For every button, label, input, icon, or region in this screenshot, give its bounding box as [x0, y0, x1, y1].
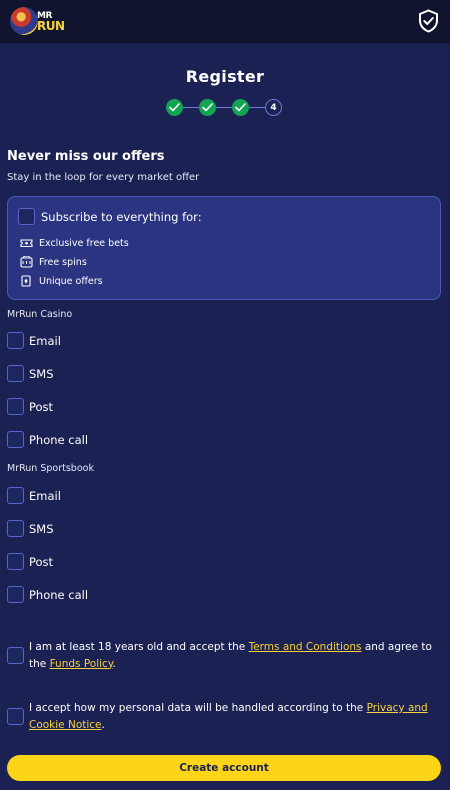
sportsbook-post-option[interactable]: Post: [7, 553, 53, 570]
age-terms-checkbox[interactable]: [7, 647, 24, 664]
create-account-button[interactable]: Create account: [7, 755, 441, 781]
option-label: Phone call: [29, 432, 89, 447]
casino-email-checkbox[interactable]: [7, 332, 24, 349]
option-label: Email: [29, 488, 61, 503]
sportsbook-phone-checkbox[interactable]: [7, 586, 24, 603]
option-label: SMS: [29, 366, 54, 381]
terms-and-conditions-link[interactable]: Terms and Conditions: [249, 641, 362, 653]
casino-post-checkbox[interactable]: [7, 398, 24, 415]
sportsbook-section-label: MrRun Sportsbook: [7, 463, 94, 474]
step-current: 4: [265, 99, 282, 116]
step-complete-icon: [166, 99, 183, 116]
free-bet-ticket-icon: [19, 237, 33, 249]
sportsbook-sms-checkbox[interactable]: [7, 520, 24, 537]
sportsbook-post-checkbox[interactable]: [7, 553, 24, 570]
consent-text: I am at least 18 years old and accept th…: [29, 641, 249, 653]
page-title: Register: [185, 67, 265, 86]
subscribe-all-checkbox[interactable]: [18, 208, 35, 225]
age-terms-consent: I am at least 18 years old and accept th…: [7, 639, 437, 672]
benefit-item: Unique offers: [19, 275, 103, 287]
privacy-checkbox[interactable]: [7, 708, 24, 725]
subscribe-all-box: Subscribe to everything for: Exclusive f…: [7, 196, 441, 300]
benefit-label: Free spins: [39, 256, 87, 268]
option-label: Post: [29, 554, 54, 569]
step-complete-icon: [199, 99, 216, 116]
option-label: Email: [29, 333, 61, 348]
casino-post-option[interactable]: Post: [7, 398, 53, 415]
casino-phone-checkbox[interactable]: [7, 431, 24, 448]
consent-text: .: [101, 718, 105, 731]
consent-text: I accept how my personal data will be ha…: [29, 702, 367, 714]
step-connector: [183, 107, 199, 108]
benefit-label: Unique offers: [39, 275, 103, 287]
shield-check-icon[interactable]: [418, 9, 439, 33]
consent-text: .: [112, 657, 116, 670]
sportsbook-email-checkbox[interactable]: [7, 487, 24, 504]
casino-sms-checkbox[interactable]: [7, 365, 24, 382]
funds-policy-link[interactable]: Funds Policy: [50, 658, 113, 670]
offers-heading: Never miss our offers: [7, 149, 165, 164]
privacy-text: I accept how my personal data will be ha…: [29, 700, 437, 733]
benefit-item: Exclusive free bets: [19, 237, 129, 249]
mascot-icon: [10, 7, 38, 35]
step-connector: [249, 107, 265, 108]
step-complete-icon: [232, 99, 249, 116]
logo-wordmark: MR RUN: [37, 11, 65, 33]
mrrun-logo[interactable]: MR RUN: [10, 7, 84, 37]
subscribe-all-label: Subscribe to everything for:: [41, 210, 202, 224]
step-connector: [216, 107, 232, 108]
sportsbook-sms-option[interactable]: SMS: [7, 520, 54, 537]
casino-sms-option[interactable]: SMS: [7, 365, 54, 382]
sportsbook-email-option[interactable]: Email: [7, 487, 61, 504]
age-terms-text: I am at least 18 years old and accept th…: [29, 639, 437, 672]
casino-phone-option[interactable]: Phone call: [7, 431, 88, 448]
slot-machine-icon: [19, 256, 33, 268]
option-label: SMS: [29, 521, 54, 536]
option-label: Phone call: [29, 587, 89, 602]
benefit-item: Free spins: [19, 256, 87, 268]
top-bar: MR RUN: [0, 0, 450, 43]
benefit-label: Exclusive free bets: [39, 237, 129, 249]
privacy-consent: I accept how my personal data will be ha…: [7, 700, 437, 733]
offers-subheading: Stay in the loop for every market offer: [7, 172, 200, 183]
sportsbook-phone-option[interactable]: Phone call: [7, 586, 88, 603]
casino-email-option[interactable]: Email: [7, 332, 61, 349]
playing-card-icon: [19, 275, 33, 287]
option-label: Post: [29, 399, 54, 414]
casino-section-label: MrRun Casino: [7, 309, 73, 320]
